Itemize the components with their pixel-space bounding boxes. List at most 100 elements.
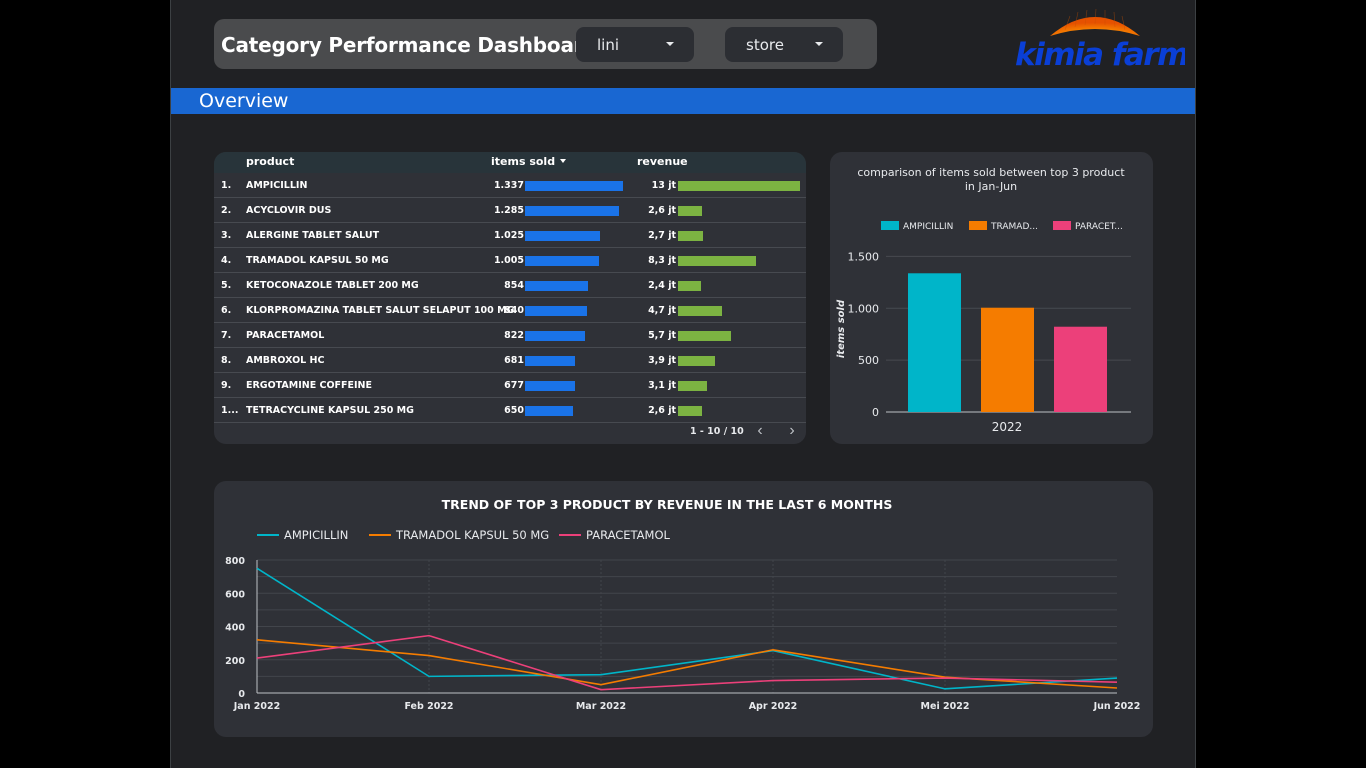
revenue-bar xyxy=(678,381,707,391)
row-index: 6. xyxy=(221,305,232,316)
prev-page-button[interactable]: ‹ xyxy=(752,422,768,440)
revenue-value: 2,7 jt xyxy=(648,230,676,241)
product-name: AMBROXOL HC xyxy=(246,355,325,366)
row-index: 1. xyxy=(221,180,232,191)
series-line-tramadol-kapsul-50-mg[interactable] xyxy=(256,639,1118,689)
x-tick-label: Mei 2022 xyxy=(921,701,970,712)
table-header: product items sold revenue xyxy=(214,152,806,173)
filter-store-dropdown[interactable]: store xyxy=(725,27,843,62)
legend-swatch xyxy=(881,221,899,230)
column-header-items-sold[interactable]: items sold xyxy=(491,155,567,168)
items-sold-value: 681 xyxy=(504,355,524,366)
table-row[interactable]: 1. AMPICILLIN 1.337 13 jt xyxy=(214,173,806,198)
bar-paracetamol[interactable] xyxy=(1054,326,1107,412)
table-row[interactable]: 1... TETRACYCLINE KAPSUL 250 MG 650 2,6 jt xyxy=(214,398,806,423)
legend-label[interactable]: AMPICILLIN xyxy=(903,222,953,232)
legend-label[interactable]: TRAMAD... xyxy=(990,222,1038,232)
line-chart-title: TREND OF TOP 3 PRODUCT BY REVENUE IN THE… xyxy=(442,497,893,512)
items-sold-value: 650 xyxy=(504,405,524,416)
row-index: 7. xyxy=(221,330,232,341)
row-index: 5. xyxy=(221,280,232,291)
items-sold-bar-chart-card: comparison of items sold between top 3 p… xyxy=(830,152,1153,444)
revenue-value: 2,6 jt xyxy=(648,205,676,216)
column-header-revenue[interactable]: revenue xyxy=(637,155,688,168)
y-tick-label: 400 xyxy=(225,623,245,634)
row-index: 2. xyxy=(221,205,232,216)
revenue-bar xyxy=(678,206,702,216)
table-row[interactable]: 7. PARACETAMOL 822 5,7 jt xyxy=(214,323,806,348)
bar-tramadol-kapsul-50-mg[interactable] xyxy=(981,307,1034,412)
product-name: AMPICILLIN xyxy=(246,180,308,191)
items-sold-value: 1.005 xyxy=(493,255,524,266)
x-tick-label: Jan 2022 xyxy=(233,701,280,712)
x-category-label: 2022 xyxy=(992,420,1023,434)
y-tick-label: 200 xyxy=(225,656,245,667)
legend-label[interactable]: TRAMADOL KAPSUL 50 MG xyxy=(395,528,549,542)
items-sold-bar xyxy=(525,356,575,366)
filter-lini-dropdown[interactable]: lini xyxy=(576,27,694,62)
y-tick-label: 1.500 xyxy=(848,250,880,263)
items-sold-bar-chart: comparison of items sold between top 3 p… xyxy=(836,166,1131,434)
revenue-bar xyxy=(678,306,722,316)
chevron-down-icon xyxy=(815,42,823,46)
bar-ampicillin[interactable] xyxy=(908,273,961,412)
items-sold-value: 1.025 xyxy=(493,230,524,241)
next-page-button[interactable]: › xyxy=(784,422,800,440)
items-sold-value: 854 xyxy=(504,280,524,291)
row-index: 3. xyxy=(221,230,232,241)
revenue-bar xyxy=(678,256,756,266)
items-sold-value: 677 xyxy=(504,380,524,391)
table-row[interactable]: 4. TRAMADOL KAPSUL 50 MG 1.005 8,3 jt xyxy=(214,248,806,273)
pagination-label: 1 - 10 / 10 xyxy=(690,426,744,437)
revenue-value: 4,7 jt xyxy=(648,305,676,316)
product-name: ALERGINE TABLET SALUT xyxy=(246,230,380,241)
revenue-bar xyxy=(678,281,701,291)
product-name: TRAMADOL KAPSUL 50 MG xyxy=(246,255,389,266)
chevron-down-icon xyxy=(666,42,674,46)
revenue-trend-line-chart-card: TREND OF TOP 3 PRODUCT BY REVENUE IN THE… xyxy=(214,481,1153,737)
legend-swatch xyxy=(1053,221,1071,230)
bar-chart-title: comparison of items sold between top 3 p… xyxy=(857,166,1125,179)
canvas-edge-right xyxy=(1195,0,1196,768)
revenue-value: 8,3 jt xyxy=(648,255,676,266)
y-tick-label: 600 xyxy=(225,589,245,600)
y-tick-label: 800 xyxy=(225,556,245,567)
items-sold-bar xyxy=(525,306,587,316)
revenue-value: 2,4 jt xyxy=(648,280,676,291)
legend-label[interactable]: PARACETAMOL xyxy=(586,528,671,542)
items-sold-value: 1.337 xyxy=(493,180,524,191)
items-sold-bar xyxy=(525,281,588,291)
legend-label[interactable]: AMPICILLIN xyxy=(284,528,348,542)
revenue-bar xyxy=(678,356,715,366)
series-line-ampicillin[interactable] xyxy=(256,567,1118,690)
items-sold-bar xyxy=(525,206,619,216)
x-tick-label: Mar 2022 xyxy=(576,701,626,712)
table-row[interactable]: 8. AMBROXOL HC 681 3,9 jt xyxy=(214,348,806,373)
product-name: ERGOTAMINE COFFEINE xyxy=(246,380,373,391)
table-row[interactable]: 5. KETOCONAZOLE TABLET 200 MG 854 2,4 jt xyxy=(214,273,806,298)
canvas-edge-left xyxy=(170,0,171,768)
table-row[interactable]: 6. KLORPROMAZINA TABLET SALUT SELAPUT 100… xyxy=(214,298,806,323)
table-row[interactable]: 9. ERGOTAMINE COFFEINE 677 3,1 jt xyxy=(214,373,806,398)
legend-label[interactable]: PARACET... xyxy=(1075,222,1123,232)
y-tick-label: 0 xyxy=(872,406,879,419)
page-title: Category Performance Dashboard xyxy=(221,33,598,57)
revenue-value: 3,1 jt xyxy=(648,380,676,391)
overview-banner: Overview xyxy=(171,88,1195,114)
column-header-product[interactable]: product xyxy=(246,155,294,168)
product-name: TETRACYCLINE KAPSUL 250 MG xyxy=(246,405,414,416)
revenue-bar xyxy=(678,231,703,241)
items-sold-bar xyxy=(525,331,585,341)
table-row[interactable]: 3. ALERGINE TABLET SALUT 1.025 2,7 jt xyxy=(214,223,806,248)
table-row[interactable]: 2. ACYCLOVIR DUS 1.285 2,6 jt xyxy=(214,198,806,223)
revenue-bar xyxy=(678,181,800,191)
filter-lini-label: lini xyxy=(597,36,620,54)
product-table: product items sold revenue 1. AMPICILLIN 1… xyxy=(214,152,806,444)
items-sold-bar xyxy=(525,406,573,416)
revenue-value: 2,6 jt xyxy=(648,405,676,416)
row-index: 4. xyxy=(221,255,232,266)
product-name: PARACETAMOL xyxy=(246,330,325,341)
logo-text: kimia farma xyxy=(1015,37,1185,73)
product-name: ACYCLOVIR DUS xyxy=(246,205,332,216)
items-sold-value: 1.285 xyxy=(493,205,524,216)
